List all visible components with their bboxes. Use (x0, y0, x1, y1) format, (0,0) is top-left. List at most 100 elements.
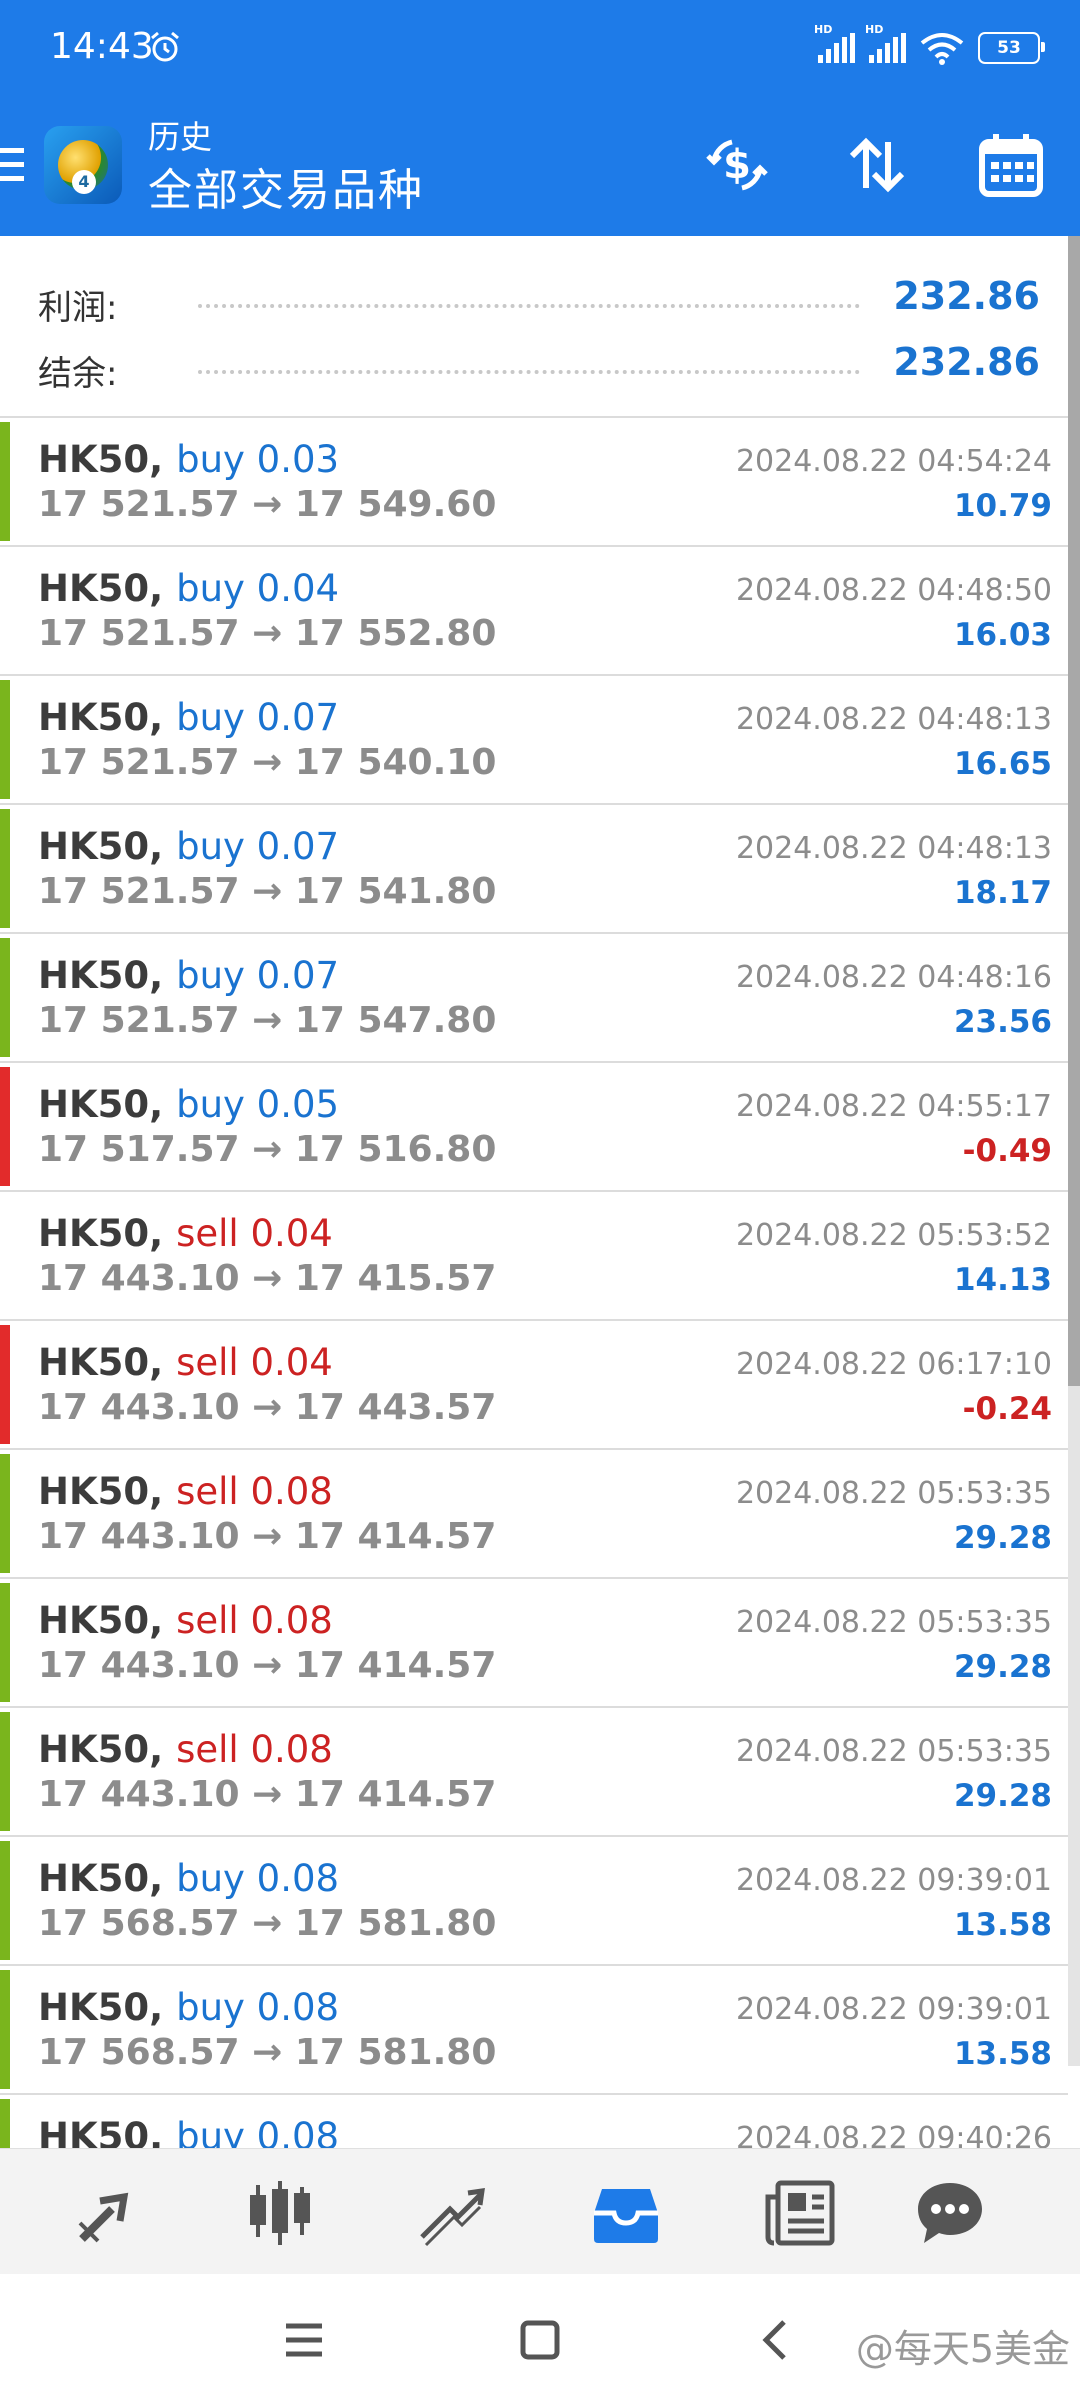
deal-row[interactable]: HK50, buy 0.08 2024.08.22 09:40:26 (0, 2095, 1068, 2148)
back-chevron-icon[interactable] (752, 2316, 800, 2364)
deal-prices: 17 568.57 → 17 581.80 (38, 1903, 496, 1944)
trade-icon[interactable] (416, 2177, 488, 2249)
deal-title: HK50, sell 0.04 (38, 1212, 333, 1255)
quotes-icon[interactable] (72, 2177, 144, 2249)
deal-row[interactable]: HK50, buy 0.08 17 568.57 → 17 581.80 2024.… (0, 1966, 1068, 2095)
arrow-icon: → (252, 1258, 283, 1299)
deal-close-price: 17 581.80 (294, 1903, 497, 1944)
arrow-icon: → (252, 1516, 283, 1557)
deal-profit: -0.49 (962, 1133, 1052, 1169)
deal-symbol: HK50, (38, 825, 164, 868)
deal-profit: 13.58 (953, 2036, 1052, 2072)
deal-open-price: 17 443.10 (38, 1645, 240, 1686)
deal-prices: 17 521.57 → 17 541.80 (38, 871, 496, 912)
deal-profit: 23.56 (953, 1004, 1052, 1040)
deal-volume: sell 0.08 (176, 1728, 333, 1771)
deal-title: HK50, sell 0.08 (38, 1599, 333, 1642)
deal-status-bar (0, 1067, 10, 1186)
deals-list[interactable]: HK50, buy 0.03 17 521.57 → 17 549.60 2024.… (0, 418, 1068, 2148)
alarm-clock-icon (151, 31, 179, 62)
deal-title: HK50, buy 0.07 (38, 696, 339, 739)
deal-profit: 16.03 (953, 617, 1052, 653)
deal-title: HK50, sell 0.08 (38, 1470, 333, 1513)
deal-symbol: HK50, (38, 438, 164, 481)
deal-profit: 29.28 (953, 1778, 1052, 1814)
chart-icon[interactable] (244, 2177, 316, 2249)
deal-row[interactable]: HK50, sell 0.08 17 443.10 → 17 414.57 2024… (0, 1579, 1068, 1708)
app-logo: 4 (44, 126, 122, 204)
deal-status-bar (0, 809, 10, 928)
deal-symbol: HK50, (38, 1341, 164, 1384)
deal-profit: 29.28 (953, 1649, 1052, 1685)
deal-close-price: 17 552.80 (294, 613, 497, 654)
deal-status-bar (0, 1454, 10, 1573)
deal-time: 2024.08.22 04:55:17 (735, 1089, 1052, 1124)
deal-row[interactable]: HK50, buy 0.05 17 517.57 → 17 516.80 2024.… (0, 1063, 1068, 1192)
battery-level: 53 (997, 38, 1021, 58)
deal-profit: -0.24 (962, 1391, 1052, 1427)
history-icon[interactable] (590, 2177, 662, 2249)
deal-row[interactable]: HK50, buy 0.07 17 521.57 → 17 541.80 2024.… (0, 805, 1068, 934)
deal-volume: sell 0.04 (176, 1212, 333, 1255)
deal-open-price: 17 443.10 (38, 1258, 240, 1299)
deal-open-price: 17 521.57 (38, 871, 240, 912)
arrow-icon: → (252, 871, 283, 912)
deal-close-price: 17 540.10 (294, 742, 497, 783)
scrollbar-thumb[interactable] (1068, 236, 1080, 1386)
deal-open-price: 17 443.10 (38, 1516, 240, 1557)
deal-volume: buy 0.07 (176, 696, 340, 739)
deal-row[interactable]: HK50, buy 0.03 17 521.57 → 17 549.60 2024.… (0, 418, 1068, 547)
deal-title: HK50, buy 0.05 (38, 1083, 339, 1126)
status-time: 14:43 (50, 26, 154, 67)
app-bar: 4 历史 全部交易品种 $ (0, 96, 1080, 236)
balance-row: 结余: 232.86 (38, 334, 1040, 394)
profit-value: 232.86 (893, 274, 1040, 318)
deal-row[interactable]: HK50, sell 0.08 17 443.10 → 17 414.57 2024… (0, 1708, 1068, 1837)
deal-row[interactable]: HK50, sell 0.04 17 443.10 → 17 443.57 2024… (0, 1321, 1068, 1450)
deal-profit: 18.17 (953, 875, 1052, 911)
deal-row[interactable]: HK50, buy 0.04 17 521.57 → 17 552.80 2024.… (0, 547, 1068, 676)
deal-prices: 17 521.57 → 17 552.80 (38, 613, 496, 654)
calendar-icon[interactable] (976, 130, 1046, 200)
svg-text:$: $ (723, 142, 751, 188)
deal-row[interactable]: HK50, sell 0.08 17 443.10 → 17 414.57 2024… (0, 1450, 1068, 1579)
system-nav-bar: @每天5美金 (0, 2274, 1080, 2400)
menu-lines-icon[interactable] (280, 2316, 328, 2364)
deal-time: 2024.08.22 04:48:13 (735, 831, 1052, 866)
sort-icon[interactable] (842, 130, 912, 200)
deal-status-bar (0, 2099, 10, 2148)
deal-symbol: HK50, (38, 1986, 164, 2029)
deal-row[interactable]: HK50, buy 0.07 17 521.57 → 17 547.80 2024.… (0, 934, 1068, 1063)
deal-close-price: 17 415.57 (294, 1258, 497, 1299)
deal-time: 2024.08.22 09:39:01 (735, 1863, 1052, 1898)
deal-row[interactable]: HK50, buy 0.08 17 568.57 → 17 581.80 2024.… (0, 1837, 1068, 1966)
deal-volume: buy 0.08 (176, 1986, 340, 2029)
deal-symbol: HK50, (38, 1212, 164, 1255)
deal-prices: 17 521.57 → 17 547.80 (38, 1000, 496, 1041)
deal-symbol: HK50, (38, 954, 164, 997)
chat-icon[interactable] (914, 2177, 986, 2249)
arrow-icon: → (252, 1903, 283, 1944)
deal-volume: sell 0.08 (176, 1599, 333, 1642)
deal-title: HK50, sell 0.04 (38, 1341, 333, 1384)
page-title[interactable]: 全部交易品种 (148, 154, 424, 218)
deal-close-price: 17 414.57 (294, 1516, 497, 1557)
menu-icon[interactable] (0, 148, 26, 186)
deal-volume: buy 0.03 (176, 438, 340, 481)
deal-prices: 17 443.10 → 17 414.57 (38, 1774, 496, 1815)
deal-profit: 13.58 (953, 1907, 1052, 1943)
deal-row[interactable]: HK50, sell 0.04 17 443.10 → 17 415.57 2024… (0, 1192, 1068, 1321)
balance-label: 结余: (38, 354, 118, 394)
deal-time: 2024.08.22 04:54:24 (735, 444, 1052, 479)
deal-row[interactable]: HK50, buy 0.07 17 521.57 → 17 540.10 2024.… (0, 676, 1068, 805)
deal-title: HK50, buy 0.08 (38, 2115, 339, 2148)
news-icon[interactable] (764, 2177, 836, 2249)
deal-status-bar (0, 422, 10, 541)
arrow-icon: → (252, 1387, 283, 1428)
deal-open-price: 17 443.10 (38, 1774, 240, 1815)
currency-exchange-icon[interactable]: $ (702, 130, 772, 200)
scrollbar[interactable] (1068, 236, 1080, 2066)
deal-time: 2024.08.22 05:53:35 (735, 1734, 1052, 1769)
deal-close-price: 17 541.80 (294, 871, 497, 912)
home-square-icon[interactable] (516, 2316, 564, 2364)
